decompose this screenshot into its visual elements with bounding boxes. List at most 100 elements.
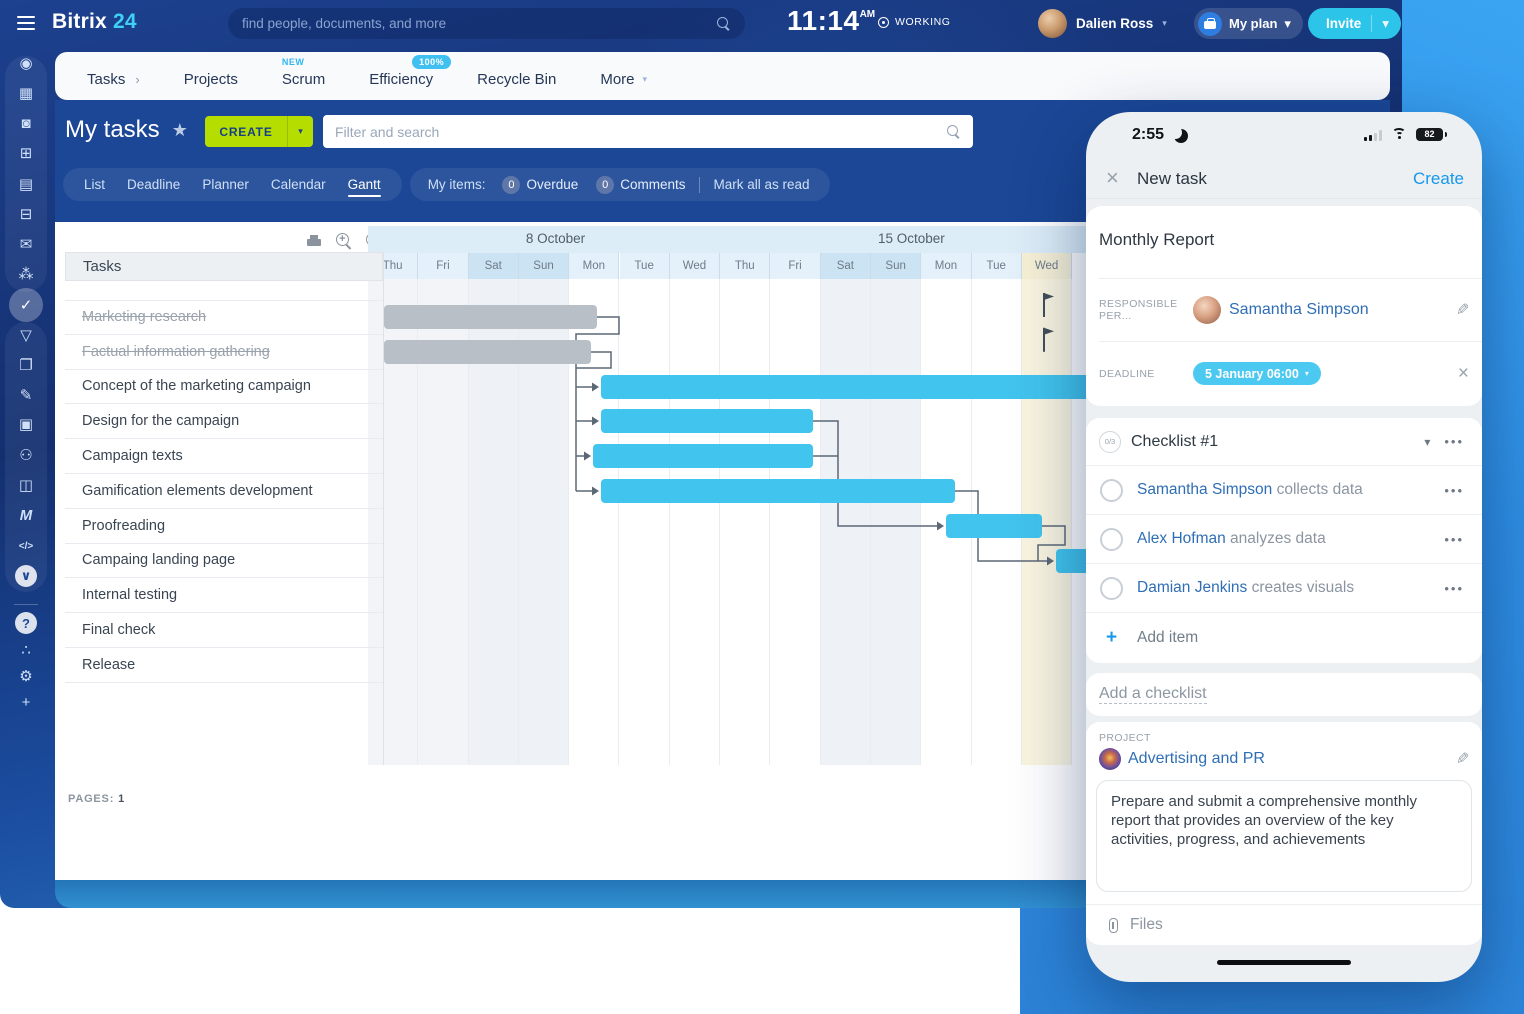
task-row[interactable]: Concept of the marketing campaign (65, 370, 383, 405)
global-search-input[interactable] (242, 16, 717, 31)
task-row[interactable]: Proofreading (65, 509, 383, 544)
filter-search-input[interactable] (335, 124, 947, 140)
print-icon[interactable] (305, 232, 323, 250)
checklist-header[interactable]: 0/3 Checklist #1 ▾ ••• (1086, 418, 1482, 466)
files-row[interactable]: Files (1086, 904, 1482, 945)
task-row[interactable]: Release (65, 648, 383, 683)
gantt-bar[interactable] (601, 409, 813, 433)
divider (699, 177, 700, 193)
more-options-icon[interactable]: ••• (1444, 483, 1464, 498)
tab-gantt[interactable]: Gantt (337, 168, 392, 201)
home-indicator[interactable] (1217, 960, 1351, 965)
checklist-item[interactable]: Damian Jenkins creates visuals••• (1086, 564, 1482, 613)
project-name-link[interactable]: Advertising and PR (1128, 750, 1456, 768)
sidebar-item-help[interactable]: ? (0, 608, 52, 638)
sidebar-item-market[interactable]: M (0, 500, 52, 530)
more-options-icon[interactable]: ••• (1444, 581, 1464, 596)
favorite-star-icon[interactable]: ★ (172, 120, 188, 141)
deadline-value-button[interactable]: 5 January 06:00▾ (1193, 362, 1321, 385)
clock[interactable]: 11:14AM (787, 5, 875, 37)
zoom-in-icon[interactable] (335, 232, 353, 250)
task-row[interactable]: Design for the campaign (65, 404, 383, 439)
gantt-bar[interactable] (384, 305, 597, 329)
gantt-bar[interactable] (946, 514, 1042, 538)
sidebar-item-code[interactable]: </> (0, 531, 52, 561)
nav-item-scrum[interactable]: NEWScrum (260, 52, 347, 100)
counter-overdue[interactable]: 0Overdue (493, 176, 587, 194)
sidebar-item-bot[interactable]: ⚇ (0, 440, 52, 470)
description-field[interactable]: Prepare and submit a comprehensive month… (1096, 780, 1472, 892)
close-icon[interactable]: × (1106, 165, 1119, 191)
responsible-name-link[interactable]: Samantha Simpson (1229, 301, 1456, 319)
checkbox-circle[interactable] (1100, 528, 1123, 551)
nav-item-projects[interactable]: Projects (162, 52, 260, 100)
invite-button[interactable]: Invite ▾ (1308, 8, 1401, 39)
clear-deadline-icon[interactable]: × (1458, 363, 1469, 385)
gantt-bar[interactable] (384, 340, 591, 364)
task-row[interactable]: Campaign texts (65, 439, 383, 474)
global-search[interactable] (228, 8, 745, 39)
sidebar-item-tasks[interactable]: ✓ (0, 290, 52, 320)
sidebar-item-teams[interactable]: ⁂ (0, 259, 52, 289)
checklist-item[interactable]: Alex Hofman analyzes data••• (1086, 515, 1482, 564)
tab-list[interactable]: List (73, 168, 116, 201)
sidebar-item-feed[interactable]: ◉ (0, 48, 52, 78)
sidebar-item-documents[interactable]: ▤ (0, 169, 52, 199)
checklist-title: Checklist #1 (1131, 433, 1424, 451)
sidebar-item-drive[interactable]: ⊟ (0, 199, 52, 229)
filter-search[interactable] (323, 115, 973, 148)
edit-pencil-icon[interactable]: ✎ (1456, 300, 1469, 320)
task-row[interactable]: Campaing landing page (65, 544, 383, 579)
brand-logo[interactable]: Bitrix 24 (52, 10, 137, 34)
sidebar-item-calendar[interactable]: ⊞ (0, 138, 52, 168)
sidebar-item-database[interactable]: ◫ (0, 470, 52, 500)
gantt-bar[interactable] (593, 444, 813, 468)
contacts-icon: ▣ (19, 415, 33, 433)
nav-item-efficiency[interactable]: 100%Efficiency (347, 52, 455, 100)
task-name-field[interactable]: Monthly Report (1099, 230, 1214, 250)
tab-planner[interactable]: Planner (191, 168, 260, 201)
sidebar-item-contacts[interactable]: ▣ (0, 409, 52, 439)
responsible-avatar (1193, 296, 1221, 324)
moon-icon (1174, 129, 1188, 143)
task-row[interactable]: Final check (65, 613, 383, 648)
task-row[interactable]: Marketing research (65, 300, 383, 335)
chevron-down-icon[interactable]: ▾ (1424, 435, 1430, 449)
nav-item-label: Recycle Bin (477, 65, 556, 88)
sidebar-item-add[interactable]: + (0, 687, 52, 717)
create-task-button[interactable]: CREATE ▾ (205, 116, 313, 147)
counter-comments[interactable]: 0Comments (587, 176, 694, 194)
sidebar-item-chat[interactable]: ◙ (0, 108, 52, 138)
create-dropdown[interactable]: ▾ (287, 116, 313, 147)
sidebar-item-kanban[interactable]: ▦ (0, 78, 52, 108)
add-item-row[interactable]: + Add item (1086, 613, 1482, 663)
user-menu[interactable]: Dalien Ross ▾ (1038, 9, 1167, 38)
mark-all-read-button[interactable]: Mark all as read (704, 177, 820, 192)
task-row[interactable]: Factual information gathering (65, 335, 383, 370)
sidebar-item-sites[interactable]: ❐ (0, 350, 52, 380)
more-options-icon[interactable]: ••• (1444, 532, 1464, 547)
my-plan-button[interactable]: My plan ▾ (1194, 8, 1303, 39)
task-row[interactable]: Internal testing (65, 578, 383, 613)
sidebar-item-sign[interactable]: ✎ (0, 380, 52, 410)
task-row[interactable]: Gamification elements development (65, 474, 383, 509)
nav-item-label: Tasks (87, 65, 125, 88)
add-checklist-link[interactable]: Add a checklist (1099, 685, 1207, 704)
nav-item-more[interactable]: More▾ (578, 52, 669, 100)
sidebar-item-mail[interactable]: ✉ (0, 229, 52, 259)
tab-deadline[interactable]: Deadline (116, 168, 191, 201)
nav-item-recycle-bin[interactable]: Recycle Bin (455, 52, 578, 100)
nav-item-tasks[interactable]: Tasks› (65, 52, 162, 100)
tab-calendar[interactable]: Calendar (260, 168, 337, 201)
chevron-down-icon: ▾ (1162, 18, 1167, 29)
checklist-item[interactable]: Samantha Simpson collects data••• (1086, 466, 1482, 515)
sidebar-item-crm[interactable]: ▽ (0, 320, 52, 350)
more-options-icon[interactable]: ••• (1444, 434, 1464, 449)
checkbox-circle[interactable] (1100, 577, 1123, 600)
gantt-bar[interactable] (601, 479, 955, 503)
edit-pencil-icon[interactable]: ✎ (1456, 749, 1469, 769)
phone-create-button[interactable]: Create (1413, 169, 1464, 189)
working-status[interactable]: WORKING (878, 16, 951, 28)
sidebar-item-collapse[interactable]: ∨ (0, 561, 52, 591)
checkbox-circle[interactable] (1100, 479, 1123, 502)
